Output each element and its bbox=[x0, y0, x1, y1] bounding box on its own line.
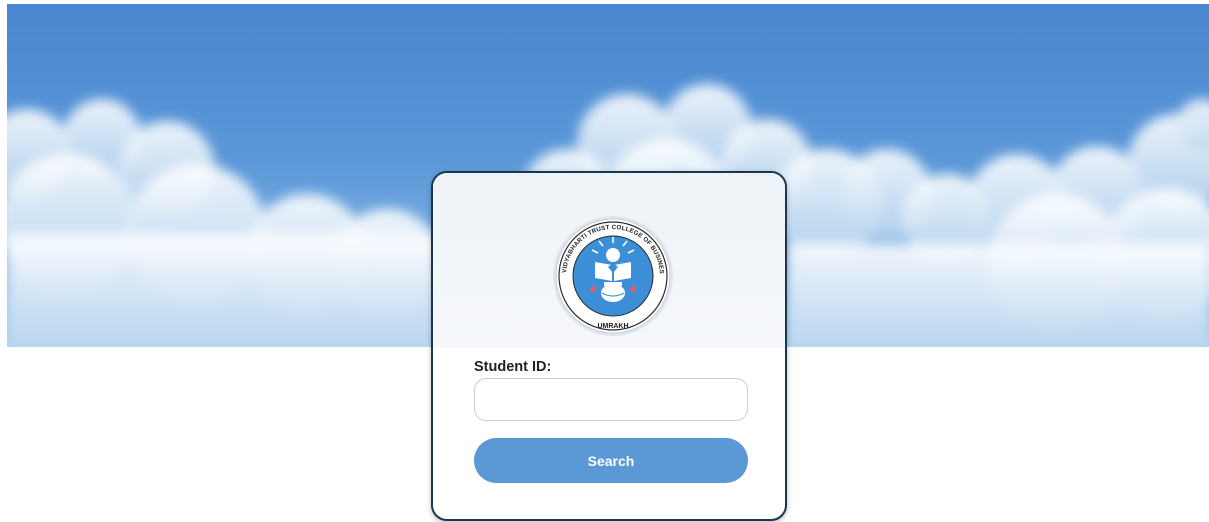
student-id-input[interactable] bbox=[474, 378, 748, 421]
search-button[interactable]: Search bbox=[474, 438, 748, 483]
search-card: VIDYABHARTI TRUST COLLEGE OF BUSINESS, C… bbox=[431, 171, 787, 521]
card-header: VIDYABHARTI TRUST COLLEGE OF BUSINESS, C… bbox=[433, 173, 785, 348]
college-logo-icon: VIDYABHARTI TRUST COLLEGE OF BUSINESS, C… bbox=[552, 215, 673, 336]
student-id-label: Student ID: bbox=[474, 359, 552, 375]
svg-text:UMRAKH: UMRAKH bbox=[597, 323, 628, 330]
